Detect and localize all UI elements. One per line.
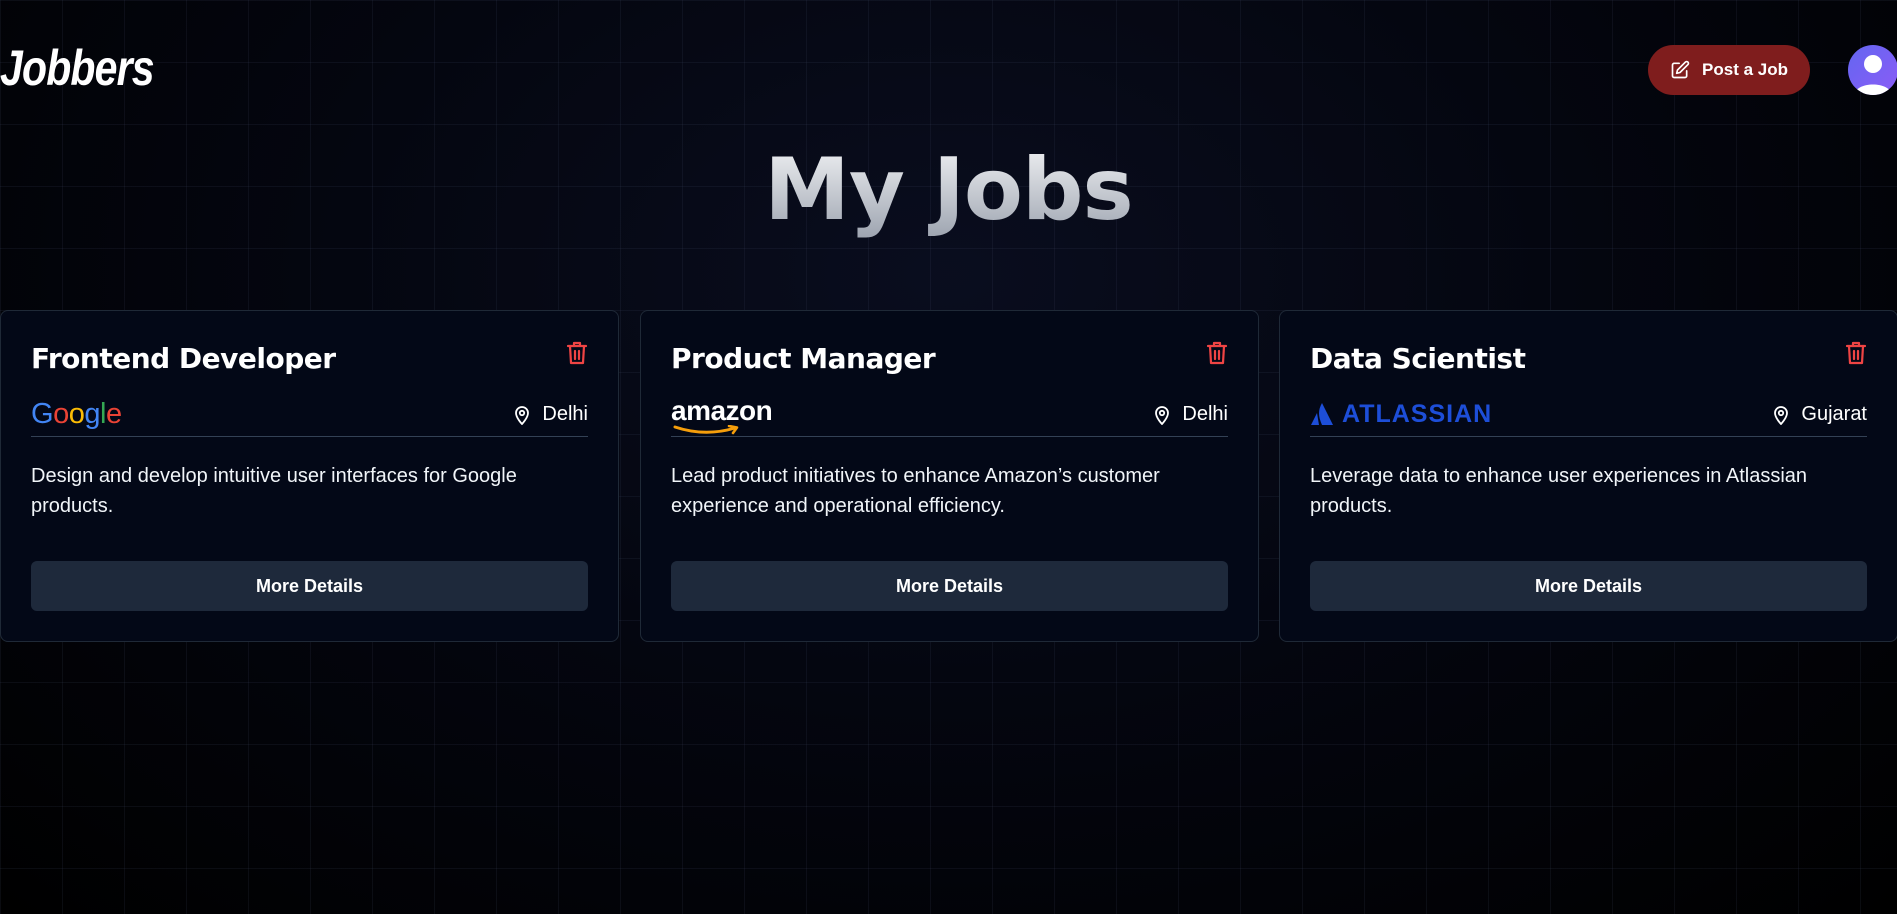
job-meta: ATLASSIAN Gujarat [1310,397,1867,437]
job-title: Data Scientist [1310,342,1526,375]
trash-icon [1845,341,1867,365]
app-logo[interactable]: Jobbers [0,38,155,98]
job-cards: Frontend Developer Google Delhi Design a… [0,310,1897,642]
company-name: Google [31,398,122,430]
job-title: Frontend Developer [31,342,336,375]
more-details-button[interactable]: More Details [1310,561,1867,611]
job-title: Product Manager [671,342,936,375]
amazon-smile-icon [673,425,739,435]
delete-job-button[interactable] [566,341,588,365]
job-meta: amazon Delhi [671,397,1228,437]
atlassian-icon [1311,403,1333,425]
post-job-label: Post a Job [1702,60,1788,79]
company-name: amazon [671,395,773,426]
job-description: Lead product initiatives to enhance Amaz… [671,465,1160,517]
map-pin-icon [1774,405,1789,425]
company-name: ATLASSIAN [1342,400,1493,428]
job-description: Leverage data to enhance user experience… [1310,465,1808,517]
job-location: Delhi [514,403,588,426]
job-card: Frontend Developer Google Delhi Design a… [0,310,619,642]
user-avatar-icon [1854,55,1892,95]
map-pin-icon [1155,405,1170,425]
trash-icon [1206,341,1228,365]
company-logo-amazon: amazon [671,395,773,435]
user-avatar[interactable] [1848,45,1897,95]
job-location: Gujarat [1773,403,1867,426]
job-description: Design and develop intuitive user interf… [31,465,517,517]
job-meta: Google Delhi [31,397,588,437]
map-pin-icon [515,405,530,425]
job-location: Delhi [1154,403,1228,426]
more-details-button[interactable]: More Details [671,561,1228,611]
job-card: Data Scientist ATLASSIAN Gujarat Leverag… [1279,310,1897,642]
post-job-button[interactable]: Post a Job [1648,45,1810,95]
delete-job-button[interactable] [1845,341,1867,365]
more-details-button[interactable]: More Details [31,561,588,611]
location-label: Delhi [542,403,588,425]
header: Jobbers Post a Job [0,0,1897,140]
location-label: Gujarat [1801,403,1867,425]
page-title: My Jobs [0,140,1897,240]
company-logo-google: Google [31,397,122,431]
trash-icon [566,341,588,365]
company-logo-atlassian: ATLASSIAN [1310,397,1492,431]
delete-job-button[interactable] [1206,341,1228,365]
page: Jobbers Post a Job My Jobs Frontend Deve… [0,0,1897,914]
job-card: Product Manager amazon Delhi Lead produc… [640,310,1259,642]
edit-icon [1671,60,1690,79]
location-label: Delhi [1182,403,1228,425]
